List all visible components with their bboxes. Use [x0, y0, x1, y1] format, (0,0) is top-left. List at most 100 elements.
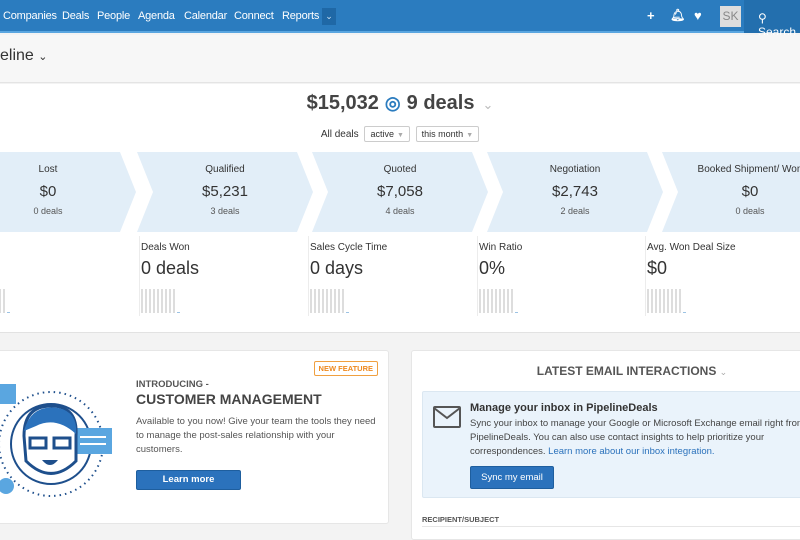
sparkline-bar — [314, 289, 316, 313]
sparkline-bar — [495, 289, 497, 313]
status-select-value: active — [370, 129, 394, 139]
stage-count: 3 deals — [210, 206, 240, 216]
pipeline-summary: $15,032 ◎ 9 deals ⌄ All deals active ▼ this … — [0, 84, 800, 333]
metric-label: Deals Won — [141, 242, 190, 253]
sparkline-bar — [659, 289, 661, 313]
stage-name: Booked Shipment/ Won — [697, 164, 800, 175]
page-title[interactable]: eline ⌄ — [0, 47, 47, 65]
sparkline-bar — [342, 289, 344, 313]
chevron-down-icon[interactable]: ⌄ — [482, 97, 493, 112]
sparkline-bar — [655, 289, 657, 313]
metric-value: 0 days — [310, 258, 364, 278]
metric-value: $0 — [647, 258, 668, 278]
metric-tile[interactable]: Sales Cycle Time 0 days — [308, 236, 477, 316]
sparkline-bar — [157, 289, 159, 313]
pipeline-stage[interactable]: Quoted $7,058 4 deals — [312, 152, 488, 232]
loading-spinner-icon: ◎ — [384, 93, 401, 113]
caret-down-icon: ▼ — [396, 132, 404, 139]
divider — [422, 526, 800, 527]
metric-sparkline — [310, 289, 477, 313]
sparkline-bar — [667, 289, 669, 313]
banner-text: Sync your inbox to manage your Google or… — [470, 417, 800, 459]
search-button[interactable]: ⚲ Search — [744, 0, 800, 39]
sparkline-bar — [503, 289, 505, 313]
stage-value: $7,058 — [377, 183, 423, 200]
nav-agenda[interactable]: Agenda — [138, 10, 175, 22]
stage-count: 2 deals — [560, 206, 590, 216]
sparkline-bar — [3, 289, 5, 313]
sync-email-button[interactable]: Sync my email — [470, 466, 554, 489]
metric-sparkline — [141, 289, 308, 313]
sparkline-bar — [671, 289, 673, 313]
chevron-down-icon: ⌄ — [719, 367, 728, 377]
sparkline-bar — [173, 289, 175, 313]
promo-text: Available to you now! Give your team the… — [136, 416, 376, 455]
sparkline-bar — [322, 289, 324, 313]
chevron-down-icon: ⌄ — [38, 51, 48, 63]
plus-icon[interactable]: + — [647, 8, 655, 23]
inbox-integration-link[interactable]: Learn more about our inbox integration. — [548, 446, 714, 457]
total-value: $15,032 — [306, 92, 379, 114]
sparkline-bar — [165, 289, 167, 313]
top-nav: Companies Deals People Agenda Calendar C… — [0, 0, 800, 39]
stage-count: 0 deals — [33, 206, 63, 216]
nav-connect[interactable]: Connect — [234, 10, 274, 22]
heart-icon[interactable]: ♥ — [694, 8, 702, 23]
sparkline-bar — [479, 289, 481, 313]
email-card-title-text: LATEST EMAIL INTERACTIONS — [536, 364, 717, 378]
pipeline-stage[interactable]: Negotiation $2,743 2 deals — [487, 152, 663, 232]
metric-tile[interactable]: t Won — [0, 236, 139, 316]
learn-more-button[interactable]: Learn more — [136, 470, 241, 490]
metric-value — [0, 258, 139, 279]
sparkline-bar — [310, 289, 312, 313]
new-feature-badge: NEW FEATURE — [313, 361, 378, 376]
bell-icon[interactable]: 🔔︎ — [670, 8, 685, 22]
banner-heading: Manage your inbox in PipelineDeals — [470, 402, 658, 414]
nav-companies[interactable]: Companies — [3, 10, 57, 22]
sparkline-bar — [330, 289, 332, 313]
page-header: eline ⌄ — [0, 35, 800, 83]
sparkline-bar — [149, 289, 151, 313]
metric-tile[interactable]: Win Ratio 0% — [477, 236, 646, 316]
nav-deals[interactable]: Deals — [62, 10, 89, 22]
stage-name: Qualified — [205, 164, 245, 175]
sparkline-bar — [0, 289, 1, 313]
sparkline-bar — [334, 289, 336, 313]
sparkline-bar — [141, 289, 143, 313]
sparkline-bar — [153, 289, 155, 313]
metric-tile[interactable]: Avg. Won Deal Size $0 — [645, 236, 800, 316]
sparkline-bar — [161, 289, 163, 313]
sparkline-bar — [651, 289, 653, 313]
sparkline-bar — [346, 312, 349, 313]
nav-reports[interactable]: Reports — [282, 10, 319, 22]
period-select[interactable]: this month ▼ — [415, 126, 480, 142]
status-select[interactable]: active ▼ — [364, 126, 410, 142]
sparkline-bar — [499, 289, 501, 313]
pipeline-stage[interactable]: Qualified $5,231 3 deals — [137, 152, 313, 232]
nav-more-dropdown[interactable]: ⌄ — [322, 8, 336, 25]
metric-label: t Won — [0, 242, 139, 253]
sparkline-bar — [338, 289, 340, 313]
pipeline-stage[interactable]: Lost $0 0 deals — [0, 152, 136, 232]
page-title-text: eline — [0, 47, 34, 64]
sparkline-bar — [318, 289, 320, 313]
chevron-down-icon: ⌄ — [325, 11, 333, 21]
nav-calendar[interactable]: Calendar — [184, 10, 227, 22]
metric-value: 0 deals — [141, 258, 200, 278]
metric-label: Avg. Won Deal Size — [647, 242, 736, 253]
stage-value: $0 — [39, 183, 57, 200]
inbox-sync-banner: Manage your inbox in PipelineDeals Sync … — [422, 391, 800, 498]
metric-label: Sales Cycle Time — [310, 242, 388, 253]
sparkline-bar — [511, 289, 513, 313]
email-card-title[interactable]: LATEST EMAIL INTERACTIONS ⌄ — [412, 364, 800, 378]
column-header-recipient[interactable]: RECIPIENT/SUBJECT — [422, 515, 499, 524]
avatar[interactable]: SK — [720, 6, 741, 27]
promo-title: CUSTOMER MANAGEMENT — [136, 391, 322, 407]
pipeline-stage[interactable]: Booked Shipment/ Won $0 0 deals — [662, 152, 800, 232]
deal-filters: All deals active ▼ this month ▼ — [0, 126, 800, 142]
sparkline-bar — [487, 289, 489, 313]
stage-value: $2,743 — [552, 183, 598, 200]
nav-people[interactable]: People — [97, 10, 130, 22]
sparkline-bar — [177, 312, 180, 313]
metric-tile[interactable]: Deals Won 0 deals — [139, 236, 308, 316]
